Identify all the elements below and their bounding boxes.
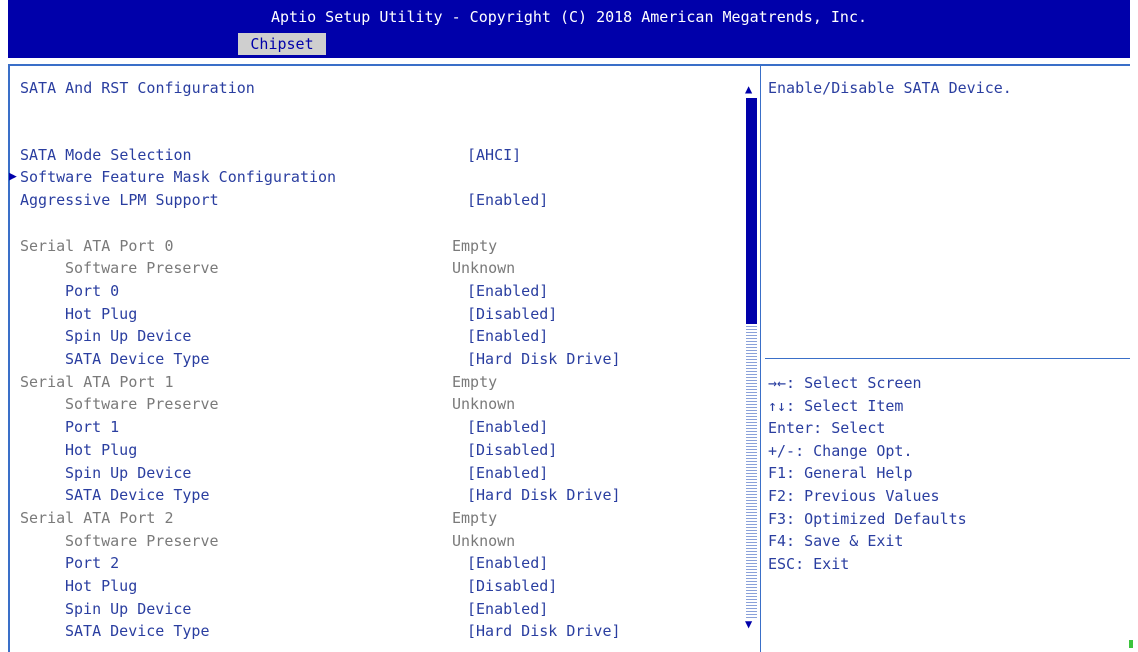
setting-label: Aggressive LPM Support	[20, 191, 219, 209]
panel-divider	[760, 64, 761, 652]
setting-row[interactable]: Spin Up Device [Enabled]	[0, 325, 740, 347]
setting-row: Serial ATA Port 2 Empty	[0, 507, 740, 529]
setting-label: Software Feature Mask Configuration	[20, 168, 337, 186]
setting-value[interactable]: [Hard Disk Drive]	[467, 348, 621, 370]
frame-top-border	[8, 64, 1130, 66]
setting-row[interactable]: Spin Up Device [Enabled]	[0, 462, 740, 484]
setting-row[interactable]: Hot Plug [Disabled]	[0, 439, 740, 461]
setting-label: Spin Up Device	[65, 327, 192, 345]
section-title: SATA And RST Configuration	[20, 79, 255, 97]
setting-label: SATA Mode Selection	[20, 146, 192, 164]
setting-label: Serial ATA Port 2	[20, 509, 174, 527]
setting-row[interactable]: Spin Up Device [Enabled]	[0, 598, 740, 620]
setting-value: Unknown	[452, 532, 516, 550]
scroll-up-icon[interactable]: ▲	[745, 82, 752, 96]
setting-value[interactable]: [Enabled]	[467, 280, 548, 302]
setting-label: SATA Device Type	[65, 622, 210, 640]
setting-row: Serial ATA Port 0 Empty	[0, 235, 740, 257]
setting-value[interactable]: [Enabled]	[467, 325, 548, 347]
setting-value: Unknown	[452, 395, 516, 413]
setting-row[interactable]: SATA Device Type [Hard Disk Drive]	[0, 484, 740, 506]
setting-value[interactable]: [Enabled]	[467, 189, 548, 211]
help-separator	[765, 358, 1130, 359]
setting-label: Hot Plug	[65, 577, 138, 595]
setting-label: SATA Device Type	[65, 486, 210, 504]
setting-value: Empty	[452, 237, 498, 255]
help-key-item: ↑↓: Select Item	[768, 397, 904, 415]
scrollbar-track[interactable]	[746, 326, 757, 618]
help-key-item: F3: Optimized Defaults	[768, 510, 967, 528]
tab-chipset[interactable]: Chipset	[238, 33, 326, 55]
setting-value[interactable]: [AHCI]	[467, 144, 521, 166]
header-bar: Aptio Setup Utility - Copyright (C) 2018…	[8, 0, 1130, 58]
setting-value[interactable]: [Disabled]	[467, 439, 557, 461]
setting-label: Serial ATA Port 0	[20, 237, 174, 255]
setting-value[interactable]: [Enabled]	[467, 552, 548, 574]
setting-value: Empty	[452, 373, 498, 391]
setting-label: SATA Controller(s)	[20, 123, 183, 141]
setting-value[interactable]: [Enabled]	[467, 121, 548, 143]
setting-row[interactable]: Port 2 [Enabled]	[0, 552, 740, 574]
setting-row: Software Preserve Unknown	[0, 257, 740, 279]
setting-label: Spin Up Device	[65, 600, 192, 618]
setting-label: Spin Up Device	[65, 464, 192, 482]
scrollbar-thumb[interactable]	[746, 98, 757, 324]
setting-row[interactable]: Port 0 [Enabled]	[0, 280, 740, 302]
help-key-item: ESC: Exit	[768, 555, 850, 573]
help-key-item: F1: General Help	[768, 464, 913, 482]
setting-label: SATA Device Type	[65, 350, 210, 368]
setting-row[interactable]: ▶ Software Feature Mask Configuration	[0, 166, 740, 188]
setting-value: Empty	[452, 509, 498, 527]
setting-value[interactable]: [Disabled]	[467, 303, 557, 325]
setting-value: Unknown	[452, 259, 516, 277]
setting-row: Software Preserve Unknown	[0, 530, 740, 552]
help-key-item: +/-: Change Opt.	[768, 442, 913, 460]
setting-label: Software Preserve	[65, 395, 219, 413]
setting-row[interactable]: Hot Plug [Disabled]	[0, 575, 740, 597]
setting-row[interactable]: Hot Plug [Disabled]	[0, 303, 740, 325]
setting-label: Hot Plug	[65, 441, 138, 459]
setting-value[interactable]: [Hard Disk Drive]	[467, 484, 621, 506]
setting-label: Port 0	[65, 282, 120, 300]
setting-label: Hot Plug	[65, 305, 138, 323]
setting-row[interactable]: SATA Device Type [Hard Disk Drive]	[0, 620, 740, 642]
setting-label: Port 1	[65, 418, 120, 436]
setting-value[interactable]: [Hard Disk Drive]	[467, 620, 621, 642]
triangle-right-icon: ▶	[9, 169, 17, 184]
help-description: Enable/Disable SATA Device.	[768, 79, 1012, 97]
setting-value[interactable]: [Enabled]	[467, 598, 548, 620]
setting-row: Serial ATA Port 1 Empty	[0, 371, 740, 393]
setting-label: Serial ATA Port 1	[20, 373, 174, 391]
scroll-down-icon[interactable]: ▼	[745, 617, 752, 631]
setting-row[interactable]: Aggressive LPM Support [Enabled]	[0, 189, 740, 211]
help-key-item: Enter: Select	[768, 419, 886, 437]
bios-title: Aptio Setup Utility - Copyright (C) 2018…	[270, 8, 868, 26]
setting-value[interactable]: [Enabled]	[467, 416, 548, 438]
setting-value[interactable]: [Enabled]	[467, 462, 548, 484]
setting-label: Software Preserve	[65, 532, 219, 550]
help-key-item: F4: Save & Exit	[768, 532, 904, 550]
help-key-item: F2: Previous Values	[768, 487, 940, 505]
setting-label: Software Preserve	[65, 259, 219, 277]
setting-row: Software Preserve Unknown	[0, 393, 740, 415]
setting-value[interactable]: [Disabled]	[467, 575, 557, 597]
setting-row[interactable]: SATA Controller(s) [Enabled]	[0, 121, 740, 143]
setting-label: Port 2	[65, 554, 120, 572]
corner-marker	[1129, 640, 1133, 648]
setting-row[interactable]: SATA Mode Selection [AHCI]	[0, 144, 740, 166]
setting-row[interactable]: SATA Device Type [Hard Disk Drive]	[0, 348, 740, 370]
help-key-item: →←: Select Screen	[768, 374, 922, 392]
setting-row[interactable]: Port 1 [Enabled]	[0, 416, 740, 438]
setting-spacer	[0, 212, 740, 234]
